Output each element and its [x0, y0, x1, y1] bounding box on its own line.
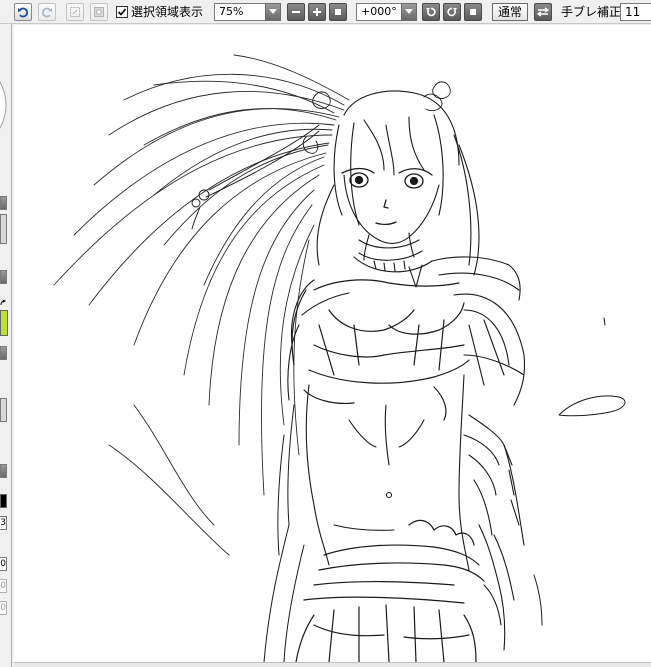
zoom-combo[interactable]: 75%: [214, 3, 266, 21]
scroll-up-button[interactable]: [0, 196, 7, 210]
undo-button[interactable]: [14, 3, 32, 21]
rotate-right-icon: [446, 6, 458, 18]
current-color-swatch[interactable]: [0, 310, 8, 336]
zoom-in-icon: [311, 6, 323, 18]
blend-mode-button[interactable]: 通常: [492, 3, 528, 21]
stabilizer-input[interactable]: 11: [620, 3, 651, 21]
zoom-out-button[interactable]: [287, 3, 305, 21]
value-field-2[interactable]: 0: [0, 557, 7, 571]
toolbar: 選択領域表示 75% +000° 通常 手ブレ補正 11: [0, 0, 651, 24]
rotation-combo[interactable]: +000°: [356, 3, 402, 21]
rotate-reset-icon: [467, 6, 479, 18]
value-field-1[interactable]: 3: [0, 516, 7, 530]
rotate-reset-button[interactable]: [464, 3, 482, 21]
chevron-down-icon: [269, 9, 277, 14]
scroll-thumb[interactable]: [0, 214, 7, 244]
show-selection-checkbox[interactable]: [116, 6, 128, 18]
scroll-down-button[interactable]: [0, 270, 7, 284]
deselect-button[interactable]: [66, 3, 84, 21]
invert-selection-icon: [93, 6, 105, 18]
rotate-left-icon: [425, 6, 437, 18]
sketch-artwork: [53, 54, 626, 662]
flip-horizontal-button[interactable]: [534, 3, 552, 21]
checkmark-icon: [117, 8, 127, 16]
deselect-icon: [69, 6, 81, 18]
redo-icon: [41, 6, 53, 18]
scroll-up-button-2[interactable]: [0, 346, 7, 360]
invert-selection-button[interactable]: [90, 3, 108, 21]
scroll-down-button-2[interactable]: [0, 464, 7, 478]
scroll-thumb-2[interactable]: [0, 398, 7, 422]
color-wheel-edge[interactable]: [0, 60, 12, 150]
canvas-bottom-scrollbar[interactable]: [14, 662, 651, 667]
stabilizer-label: 手ブレ補正: [561, 5, 622, 19]
chevron-down-icon: [405, 9, 413, 14]
swap-colors-icon[interactable]: [0, 295, 7, 306]
secondary-color-swatch[interactable]: [0, 494, 7, 508]
redo-button[interactable]: [38, 3, 56, 21]
rotation-dropdown-button[interactable]: [401, 3, 417, 21]
flip-horizontal-icon: [537, 6, 549, 18]
zoom-out-icon: [290, 6, 302, 18]
rotate-left-button[interactable]: [422, 3, 440, 21]
zoom-in-button[interactable]: [308, 3, 326, 21]
zoom-reset-button[interactable]: [329, 3, 347, 21]
zoom-reset-icon: [332, 6, 344, 18]
value-field-3[interactable]: 0: [0, 579, 7, 593]
zoom-dropdown-button[interactable]: [265, 3, 281, 21]
show-selection-label: 選択領域表示: [131, 5, 204, 19]
left-tool-panel: 3 0 0 0: [0, 24, 12, 667]
undo-icon: [17, 6, 29, 18]
value-field-4[interactable]: 0: [0, 601, 7, 615]
drawing-canvas[interactable]: [14, 25, 651, 662]
rotate-right-button[interactable]: [443, 3, 461, 21]
